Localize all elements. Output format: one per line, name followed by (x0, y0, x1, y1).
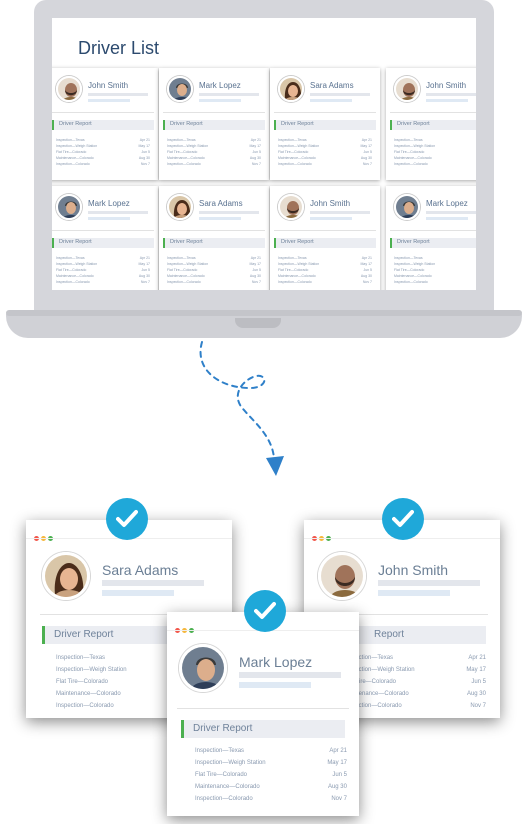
report-row: Inspection—Weigh StationMay 17 (56, 144, 150, 148)
report-row: Inspection—ColoradoNov 7 (278, 280, 372, 284)
driver-card-center[interactable]: Mark Lopez Driver Report Inspection—Texa… (167, 612, 359, 816)
avatar-icon (278, 76, 304, 102)
report-row: Inspection—Weigh StationMay 17 (167, 262, 261, 266)
avatar-icon (167, 76, 193, 102)
window-controls (312, 528, 333, 546)
report-row: Inspection—Weigh StationMay 17 (167, 144, 261, 148)
report-row: Maintenance—ColoradoAug 30 (167, 156, 261, 160)
report-row: Inspection—ColoradoNov 7 (56, 280, 150, 284)
report-row: Maintenance—ColoradoAug 30 (167, 274, 261, 278)
checkmark-icon (382, 498, 424, 540)
report-header: Driver Report (163, 238, 265, 248)
avatar-man-icon (179, 644, 227, 692)
report-row: Inspection—ColoradoNov 7 (56, 162, 150, 166)
driver-card[interactable]: John Smith Driver Report Inspection—TexasA… (386, 68, 476, 180)
report-row: Inspection—Weigh StationMay 17 (394, 144, 436, 148)
report-row: Inspection—TexasApr 21 (278, 256, 372, 260)
report-row: Maintenance—ColoradoAug 30 (278, 274, 372, 278)
report-row: Inspection—ColoradoNov 7 (278, 162, 372, 166)
driver-card[interactable]: John Smith Driver Report Inspection—TexasA… (52, 68, 158, 180)
driver-name: Mark Lopez (426, 199, 468, 208)
driver-name: Sara Adams (102, 562, 179, 578)
report-row: Inspection—ColoradoNov 7 (394, 280, 428, 284)
report-row: Inspection—ColoradoNov 7 (167, 162, 261, 166)
driver-name: Mark Lopez (239, 654, 313, 670)
checkmark-icon (106, 498, 148, 540)
report-row: Inspection—ColoradoNov 7 (167, 280, 261, 284)
driver-card[interactable]: Mark Lopez Driver Report Inspection—TexasA… (386, 186, 476, 290)
report-row: Flat Tire—ColoradoJun 5 (167, 150, 261, 154)
report-row: Inspection—TexasApr 21 (56, 138, 150, 142)
driver-card[interactable]: Mark Lopez Driver Report Inspection—TexasA… (159, 68, 269, 180)
checkmark-icon (244, 590, 286, 632)
report-row: Inspection—TexasApr 21 (394, 138, 423, 142)
avatar-man-beard-icon (318, 552, 366, 600)
avatar-icon (278, 194, 304, 220)
avatar-icon (394, 76, 420, 102)
report-row: Flat Tire—ColoradoJun 5 (167, 268, 261, 272)
report-row: Flat Tire—ColoradoJun 5 (278, 150, 372, 154)
report-row: Inspection—Weigh StationMay 17 (278, 144, 372, 148)
report-header: Driver Report (163, 120, 265, 130)
report-row: Flat Tire—ColoradoJun 5 (56, 268, 150, 272)
report-header: Driver Report (181, 720, 345, 738)
report-row: Inspection—Weigh StationMay 17 (278, 262, 372, 266)
report-header: Driver Report (274, 120, 376, 130)
report-row: Flat Tire—ColoradoJun 5 (56, 150, 150, 154)
report-row: Flat Tire—ColoradoJun 5 (394, 150, 425, 154)
laptop-notch (235, 318, 281, 328)
driver-name: Mark Lopez (199, 81, 241, 90)
report-row: Maintenance—ColoradoAug 30 (394, 274, 432, 278)
driver-card[interactable]: Mark Lopez Driver Report Inspection—TexasA… (52, 186, 158, 290)
report-row: Maintenance—ColoradoAug 30 (56, 274, 150, 278)
driver-name: John Smith (88, 81, 129, 90)
report-row: Inspection—TexasApr 21 (56, 256, 150, 260)
avatar-icon (394, 194, 420, 220)
report-header: Driver Report (274, 238, 376, 248)
driver-card[interactable]: Sara Adams Driver Report Inspection—Texas A… (270, 68, 380, 180)
driver-name: Mark Lopez (88, 199, 130, 208)
report-row: Inspection—TexasApr 21 (167, 256, 261, 260)
driver-name: Sara Adams (199, 199, 243, 208)
driver-name: Sara Adams (310, 81, 354, 90)
report-header: Driver Report (390, 120, 476, 130)
report-row: Inspection—TexasApr 21 (167, 138, 261, 142)
driver-name: John Smith (378, 562, 449, 578)
avatar-icon (56, 194, 82, 220)
report-row: Maintenance—ColoradoAug 30 (56, 156, 150, 160)
report-row: Inspection—ColoradoNov 7 (394, 162, 428, 166)
avatar-icon (167, 194, 193, 220)
driver-card[interactable]: Sara Adams Driver Report Inspection—Texas A… (159, 186, 269, 290)
driver-card[interactable]: John Smith Driver Report Inspection—TexasA… (270, 186, 380, 290)
laptop-screen: Driver List John Smith Driver Report Inspe… (52, 18, 476, 290)
report-row: Inspection—TexasApr 21 (278, 138, 372, 142)
avatar-icon (56, 76, 82, 102)
report-row: Inspection—TexasApr 21 (394, 256, 423, 260)
report-row: Maintenance—ColoradoAug 30 (394, 156, 432, 160)
report-row: Maintenance—ColoradoAug 30 (278, 156, 372, 160)
page-title: Driver List (78, 38, 160, 58)
report-header: Driver Report (52, 238, 154, 248)
driver-name: John Smith (310, 199, 351, 208)
report-header: Driver Report (52, 120, 154, 130)
window-controls (34, 528, 55, 546)
report-row: Inspection—Weigh StationMay 17 (394, 262, 436, 266)
report-row: Flat Tire—ColoradoJun 5 (394, 268, 425, 272)
window-controls (175, 620, 196, 638)
report-header: Driver Report (390, 238, 476, 248)
report-row: Flat Tire—ColoradoJun 5 (278, 268, 372, 272)
avatar-woman-icon (42, 552, 90, 600)
driver-name: John Smith (426, 81, 467, 90)
report-row: Inspection—Weigh StationMay 17 (56, 262, 150, 266)
dashed-arrow-icon (199, 341, 284, 476)
